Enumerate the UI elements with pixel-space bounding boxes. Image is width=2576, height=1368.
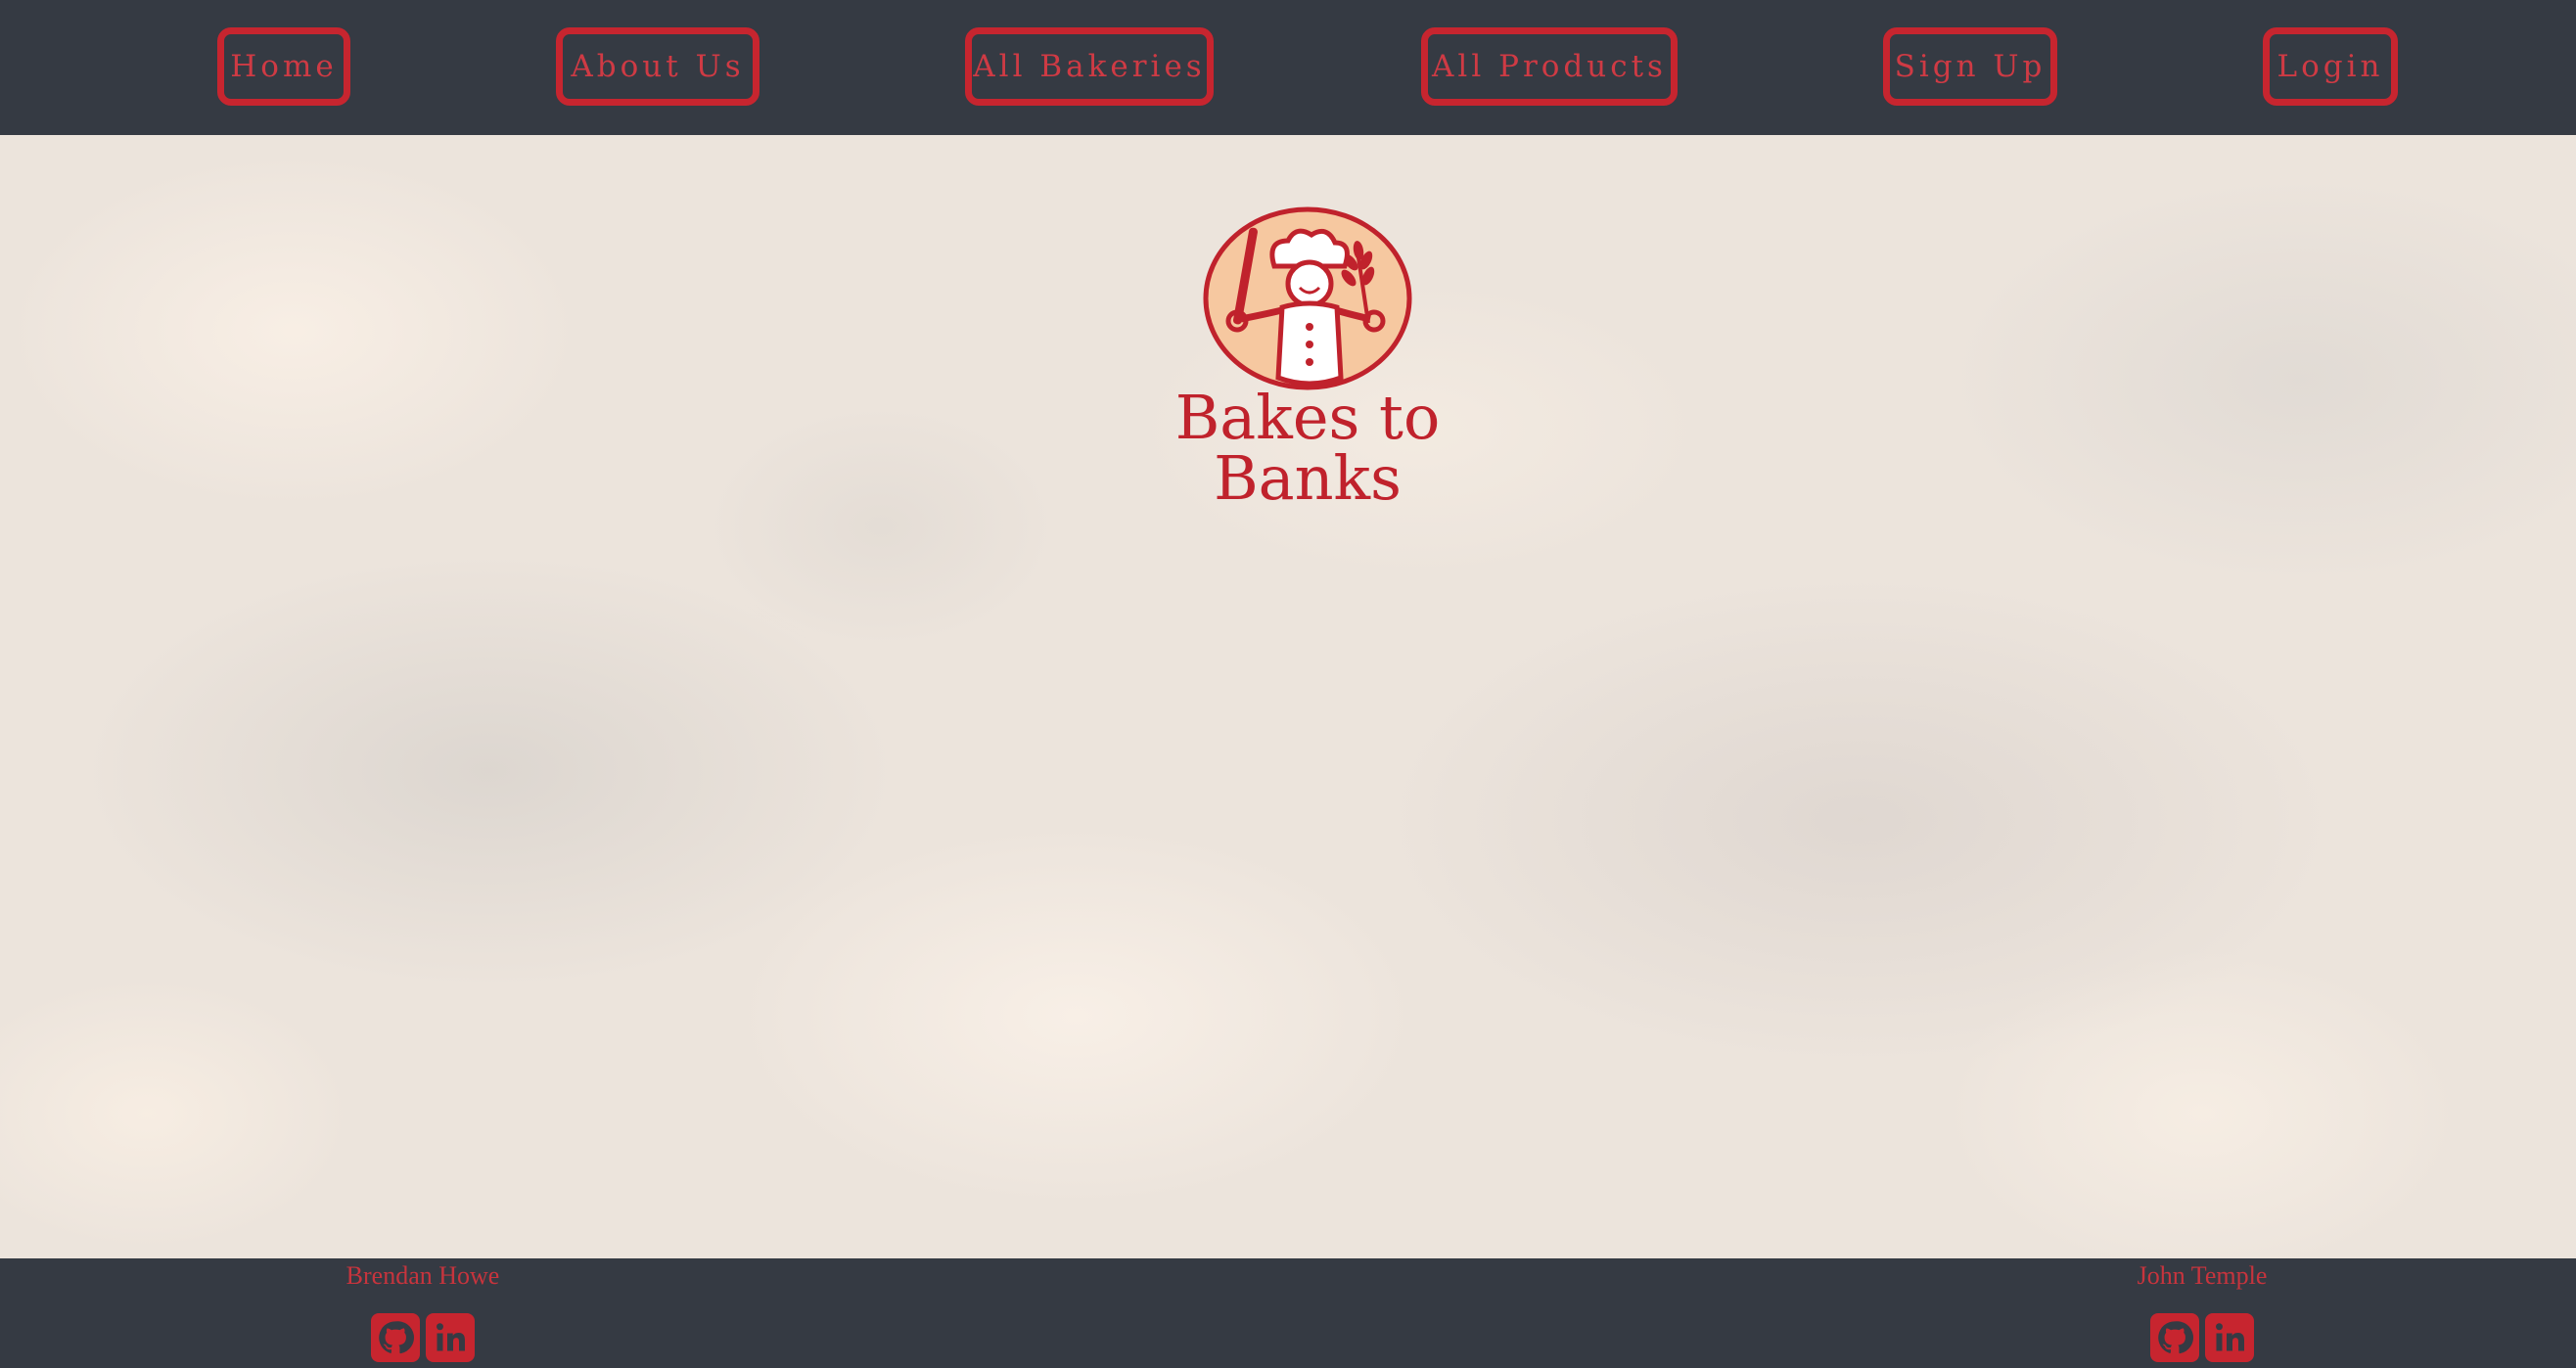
nav-sign-up-button[interactable]: Sign Up [1883, 27, 2057, 106]
author-name: John Temple [2137, 1261, 2268, 1290]
github-icon-glyph [379, 1321, 414, 1354]
linkedin-icon-glyph [437, 1323, 465, 1351]
brand-name: Bakes to Banks [1174, 382, 1441, 514]
author-brendan-howe: Brendan Howe [286, 1258, 560, 1362]
author-john-temple: John Temple [2065, 1258, 2339, 1362]
nav-about-us-button[interactable]: About Us [556, 27, 759, 106]
github-icon[interactable] [371, 1313, 420, 1362]
github-icon[interactable] [2150, 1313, 2199, 1362]
author-links [286, 1313, 560, 1362]
top-nav: Home About Us All Bakeries All Products … [0, 0, 2576, 135]
linkedin-icon-glyph [2216, 1323, 2244, 1351]
github-icon-glyph [2158, 1321, 2193, 1354]
nav-all-bakeries-button[interactable]: All Bakeries [965, 27, 1214, 106]
nav-all-products-button[interactable]: All Products [1421, 27, 1678, 106]
linkedin-icon[interactable] [426, 1313, 475, 1362]
brand-logo[interactable]: Bakes to Banks [1092, 205, 1523, 509]
main-content: Bakes to Banks [0, 135, 2576, 1258]
author-name: Brendan Howe [345, 1261, 500, 1290]
page: Home About Us All Bakeries All Products … [0, 0, 2576, 1368]
footer: Brendan Howe John Temple [0, 1258, 2576, 1368]
author-links [2065, 1313, 2339, 1362]
baker-chef-icon [1203, 206, 1412, 390]
nav-login-button[interactable]: Login [2263, 27, 2398, 106]
nav-home-button[interactable]: Home [217, 27, 350, 106]
linkedin-icon[interactable] [2205, 1313, 2254, 1362]
